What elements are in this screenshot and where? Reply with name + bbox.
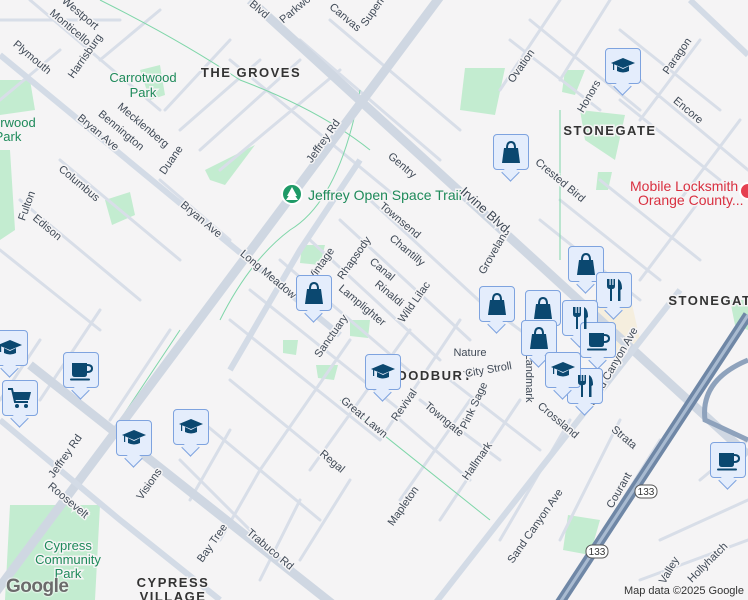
portola xyxy=(687,0,748,58)
svg-text:133: 133 xyxy=(589,547,606,558)
shopping-bag-icon xyxy=(577,252,595,275)
svg-text:City Stroll: City Stroll xyxy=(464,360,512,380)
shopping-bag-icon xyxy=(502,140,520,163)
park-label[interactable]: Park xyxy=(0,128,23,146)
svg-text:Rhapsody: Rhapsody xyxy=(335,234,374,282)
shopping-bag-icon xyxy=(534,296,552,319)
svg-text:Parkwood: Parkwood xyxy=(277,0,322,26)
marker-coffee[interactable] xyxy=(580,322,616,358)
shopping-cart-icon xyxy=(8,388,31,408)
shopping-bag-icon xyxy=(488,292,506,315)
shopping-bag-icon xyxy=(530,326,548,349)
svg-text:Nature: Nature xyxy=(453,347,486,359)
marker-shopping-cart[interactable] xyxy=(2,380,38,416)
svg-text:Mapleton: Mapleton xyxy=(386,484,422,528)
marker-school[interactable] xyxy=(0,330,28,366)
neighborhood-stonegate: STONEGATE xyxy=(563,123,656,138)
school-icon xyxy=(371,364,395,379)
svg-text:Bryan Ave: Bryan Ave xyxy=(178,199,224,240)
school-icon xyxy=(0,340,22,355)
svg-text:Towngate: Towngate xyxy=(422,400,466,439)
marker-shopping-bag[interactable] xyxy=(493,134,529,170)
marker-school[interactable] xyxy=(116,420,152,456)
svg-text:Hallmark: Hallmark xyxy=(460,440,495,483)
school-icon xyxy=(122,430,146,445)
neighborhood-cypress-village: CYPRESS xyxy=(137,575,210,590)
marker-shopping-bag[interactable] xyxy=(521,320,557,356)
coffee-icon xyxy=(587,333,611,351)
marker-shopping-bag[interactable] xyxy=(525,290,561,326)
marker-coffee[interactable] xyxy=(63,352,99,388)
business-poi[interactable]: Mobile Locksmith Orange County... xyxy=(629,177,748,210)
route-shield-133: 133 xyxy=(585,544,609,559)
svg-text:Strata: Strata xyxy=(609,424,640,453)
svg-text:Crossland: Crossland xyxy=(535,400,581,441)
shopping-bag-icon xyxy=(305,281,323,304)
svg-text:Irvine Blvd: Irvine Blvd xyxy=(457,184,512,236)
school-icon xyxy=(179,419,203,434)
marker-school[interactable] xyxy=(365,354,401,390)
neighborhood-cypress-village: VILLAGE xyxy=(140,589,207,600)
park-label[interactable]: rwood xyxy=(0,114,37,132)
restaurant-icon xyxy=(607,279,622,301)
map-attribution[interactable]: Map data ©2025 Google xyxy=(623,585,744,597)
coffee-icon xyxy=(717,453,741,471)
svg-text:Chantilly: Chantilly xyxy=(387,233,427,270)
carrotwood-park-label[interactable]: Park xyxy=(128,84,158,102)
marker-shopping-bag[interactable] xyxy=(296,275,332,311)
marker-shopping-bag[interactable] xyxy=(568,246,604,282)
marker-school[interactable] xyxy=(605,48,641,84)
svg-text:Bay Tree: Bay Tree xyxy=(195,522,230,565)
coffee-icon xyxy=(70,363,94,381)
locksmith-pin-icon[interactable] xyxy=(739,182,748,200)
svg-text:Regal: Regal xyxy=(317,448,347,476)
google-logo[interactable]: Google xyxy=(6,576,69,598)
svg-text:Canvas: Canvas xyxy=(327,1,364,34)
marker-restaurant[interactable] xyxy=(596,272,632,308)
svg-text:Groveland: Groveland xyxy=(477,227,513,277)
school-icon xyxy=(551,362,575,377)
map-canvas[interactable]: 133 133 THE GROVES STONEGATE STONEGATE W… xyxy=(0,0,748,600)
svg-text:Trabuco Rd: Trabuco Rd xyxy=(244,527,295,573)
marker-coffee[interactable] xyxy=(710,442,746,478)
school-icon xyxy=(611,58,635,73)
carrotwood-park-label[interactable]: Carrotwood xyxy=(108,69,178,87)
neighborhood-stonegate: STONEGATE xyxy=(668,293,748,308)
marker-school[interactable] xyxy=(173,409,209,445)
svg-text:Hollyhatch: Hollyhatch xyxy=(685,540,730,585)
cypress-community-park-label[interactable]: Cypress xyxy=(43,537,94,555)
neighborhood-the-groves: THE GROVES xyxy=(201,65,301,80)
svg-text:Orange County...[interactable]: Orange County... xyxy=(637,191,746,210)
svg-text:Ovation: Ovation xyxy=(506,47,538,85)
svg-text:Columbus: Columbus xyxy=(56,163,102,204)
svg-text:133: 133 xyxy=(638,487,655,498)
jeffrey-open-space-trail[interactable]: Jeffrey Open Space Trail xyxy=(281,183,463,205)
svg-text:Edison: Edison xyxy=(30,212,63,243)
svg-text:Valley: Valley xyxy=(657,554,682,586)
svg-text:Townsend: Townsend xyxy=(377,200,423,241)
cypress-community-park-label[interactable]: Community xyxy=(34,551,103,569)
marker-school[interactable] xyxy=(545,352,581,388)
svg-text:Superior: Superior xyxy=(359,0,393,29)
marker-shopping-bag[interactable] xyxy=(479,286,515,322)
svg-text:Visions: Visions xyxy=(135,466,165,502)
route-shield-133: 133 xyxy=(634,484,658,499)
